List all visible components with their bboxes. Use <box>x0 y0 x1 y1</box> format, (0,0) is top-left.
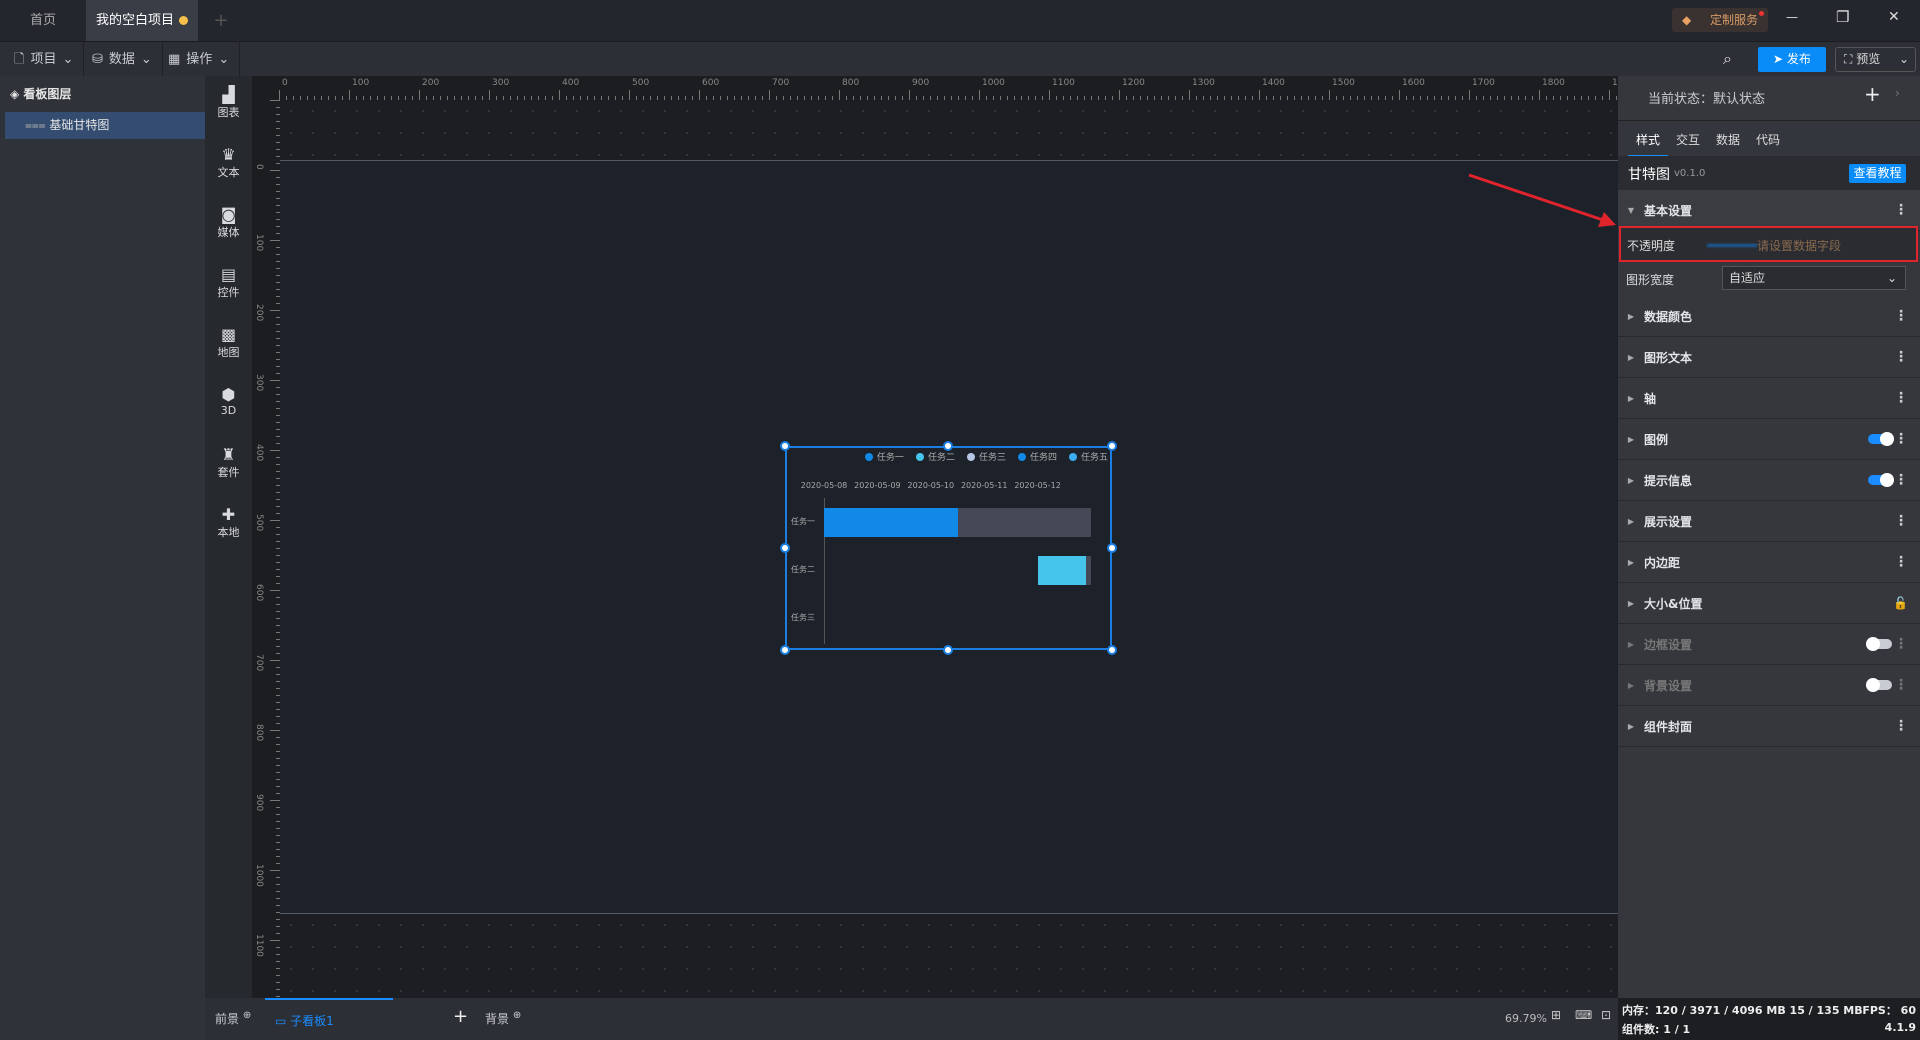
chevron-right-icon[interactable]: › <box>1895 86 1900 100</box>
component-version: v0.1.0 <box>1674 168 1706 179</box>
section-9[interactable]: ▶ 背景设置 ⋮ <box>1618 665 1920 706</box>
component-count: 组件数: 1 / 1 <box>1622 1023 1691 1036</box>
section-label: 基本设置 <box>1644 203 1693 218</box>
width-select-value: 自适应 <box>1729 271 1766 285</box>
section-0[interactable]: ▶ 数据颜色 ⋮ <box>1618 296 1920 337</box>
toggle-switch[interactable] <box>1868 432 1894 446</box>
foreground-tab[interactable]: 前景 ⊕ <box>215 1010 251 1027</box>
section-label: 数据颜色 <box>1644 309 1693 324</box>
tab-2[interactable]: 数据 <box>1708 121 1748 157</box>
tab-1[interactable]: 交互 <box>1668 121 1708 157</box>
toggle-knob <box>1866 678 1880 692</box>
caret-right-icon: ▶ <box>1627 639 1635 649</box>
caret-right-icon: ▶ <box>1627 680 1635 690</box>
fit-screen-icon[interactable]: ⊞ <box>1551 1008 1561 1022</box>
toggle-knob <box>1880 432 1894 446</box>
more-icon[interactable]: ⋮ <box>1894 309 1908 323</box>
property-panel: 当前状态：默认状态 + › 样式 交互 数据 代码 甘特图 v0.1.0 查看教程 ▼… <box>1618 76 1920 998</box>
tutorial-button[interactable]: 查看教程 <box>1849 164 1906 183</box>
toggle-switch[interactable] <box>1866 678 1892 692</box>
more-icon[interactable]: ⋮ <box>1894 514 1908 528</box>
memory-usage: 内存：120 / 3971 / 4096 MB 15 / 135 MB <box>1622 1004 1863 1017</box>
toggle-switch[interactable] <box>1868 473 1894 487</box>
terminal-icon[interactable]: ⊡ <box>1601 1008 1611 1022</box>
section-6[interactable]: ▶ 内边距 ⋮ <box>1618 542 1920 583</box>
background-tab[interactable]: 背景 ⊕ <box>485 1010 521 1027</box>
more-icon[interactable]: ⋮ <box>1894 473 1908 487</box>
lock-icon[interactable]: 🔓 <box>1893 596 1908 610</box>
toggle-switch[interactable] <box>1866 637 1892 651</box>
more-icon[interactable]: ⋮ <box>1894 203 1908 217</box>
section-label: 边框设置 <box>1644 637 1693 652</box>
section-label: 展示设置 <box>1644 514 1693 529</box>
caret-right-icon: ▶ <box>1627 434 1635 444</box>
keyboard-icon[interactable]: ⌨ <box>1575 1008 1592 1022</box>
caret-down-icon: ▼ <box>1627 205 1635 215</box>
add-circle-icon[interactable]: ⊕ <box>513 1010 521 1021</box>
caret-right-icon: ▶ <box>1627 557 1635 567</box>
current-state: 当前状态：默认状态 <box>1648 92 1766 107</box>
section-label: 大小&位置 <box>1644 596 1703 611</box>
more-icon[interactable]: ⋮ <box>1894 637 1908 651</box>
section-label: 提示信息 <box>1644 473 1693 488</box>
status-bar: 内存：120 / 3971 / 4096 MB 15 / 135 MB FPS：… <box>1618 998 1920 1040</box>
tab-3[interactable]: 代码 <box>1748 121 1788 157</box>
section-basic[interactable]: ▼ 基本设置 ⋮ <box>1618 190 1920 231</box>
section-2[interactable]: ▶ 轴 ⋮ <box>1618 378 1920 419</box>
section-1[interactable]: ▶ 图形文本 ⋮ <box>1618 337 1920 378</box>
more-icon[interactable]: ⋮ <box>1894 391 1908 405</box>
section-label: 组件封面 <box>1644 719 1693 734</box>
opacity-slider[interactable] <box>1707 244 1757 247</box>
app-version: 4.1.9 <box>1884 1021 1916 1034</box>
section-10[interactable]: ▶ 组件封面 ⋮ <box>1618 706 1920 747</box>
board-tab-label: 子看板1 <box>290 1014 334 1028</box>
section-4[interactable]: ▶ 提示信息 ⋮ <box>1618 460 1920 501</box>
section-label: 轴 <box>1644 391 1657 406</box>
more-icon[interactable]: ⋮ <box>1894 350 1908 364</box>
fps: FPS： 60 <box>1862 1004 1916 1017</box>
background-label: 背景 <box>485 1012 510 1026</box>
panel-tabs: 样式 交互 数据 代码 <box>1618 120 1920 157</box>
component-header: 甘特图 v0.1.0 查看教程 <box>1618 156 1920 190</box>
section-3[interactable]: ▶ 图例 ⋮ <box>1618 419 1920 460</box>
caret-right-icon: ▶ <box>1627 393 1635 403</box>
add-state-button[interactable]: + <box>1864 82 1881 106</box>
more-icon[interactable]: ⋮ <box>1894 555 1908 569</box>
width-select[interactable]: 自适应 ⌄ <box>1722 266 1906 290</box>
caret-right-icon: ▶ <box>1627 352 1635 362</box>
section-label: 图形文本 <box>1644 350 1693 365</box>
add-circle-icon[interactable]: ⊕ <box>243 1010 251 1021</box>
toggle-knob <box>1880 473 1894 487</box>
foreground-label: 前景 <box>215 1012 240 1026</box>
zoom-level[interactable]: 69.79% <box>1505 1012 1547 1025</box>
section-label: 内边距 <box>1644 555 1681 570</box>
toggle-knob <box>1866 637 1880 651</box>
width-label: 图形宽度 <box>1626 273 1675 287</box>
caret-right-icon: ▶ <box>1627 721 1635 731</box>
component-name: 甘特图 <box>1628 167 1670 183</box>
section-label: 图例 <box>1644 432 1669 447</box>
section-7[interactable]: ▶ 大小&位置 🔓 <box>1618 583 1920 624</box>
board-icon: ▭ <box>275 1014 291 1028</box>
more-icon[interactable]: ⋮ <box>1894 432 1908 446</box>
add-board-button[interactable]: + <box>453 1006 468 1027</box>
section-label: 背景设置 <box>1644 678 1693 693</box>
section-5[interactable]: ▶ 展示设置 ⋮ <box>1618 501 1920 542</box>
chevron-down-icon: ⌄ <box>1886 271 1897 285</box>
caret-right-icon: ▶ <box>1627 475 1635 485</box>
more-icon[interactable]: ⋮ <box>1894 719 1908 733</box>
tab-0[interactable]: 样式 <box>1628 121 1669 157</box>
board-tab[interactable]: ▭ 子看板1 <box>265 998 393 1040</box>
opacity-placeholder[interactable]: 请设置数据字段 <box>1757 237 1841 254</box>
more-icon[interactable]: ⋮ <box>1894 678 1908 692</box>
opacity-row: 不透明度 请设置数据字段 <box>1619 226 1918 262</box>
opacity-label: 不透明度 <box>1627 239 1676 253</box>
caret-right-icon: ▶ <box>1627 516 1635 526</box>
caret-right-icon: ▶ <box>1627 598 1635 608</box>
section-8[interactable]: ▶ 边框设置 ⋮ <box>1618 624 1920 665</box>
caret-right-icon: ▶ <box>1627 311 1635 321</box>
